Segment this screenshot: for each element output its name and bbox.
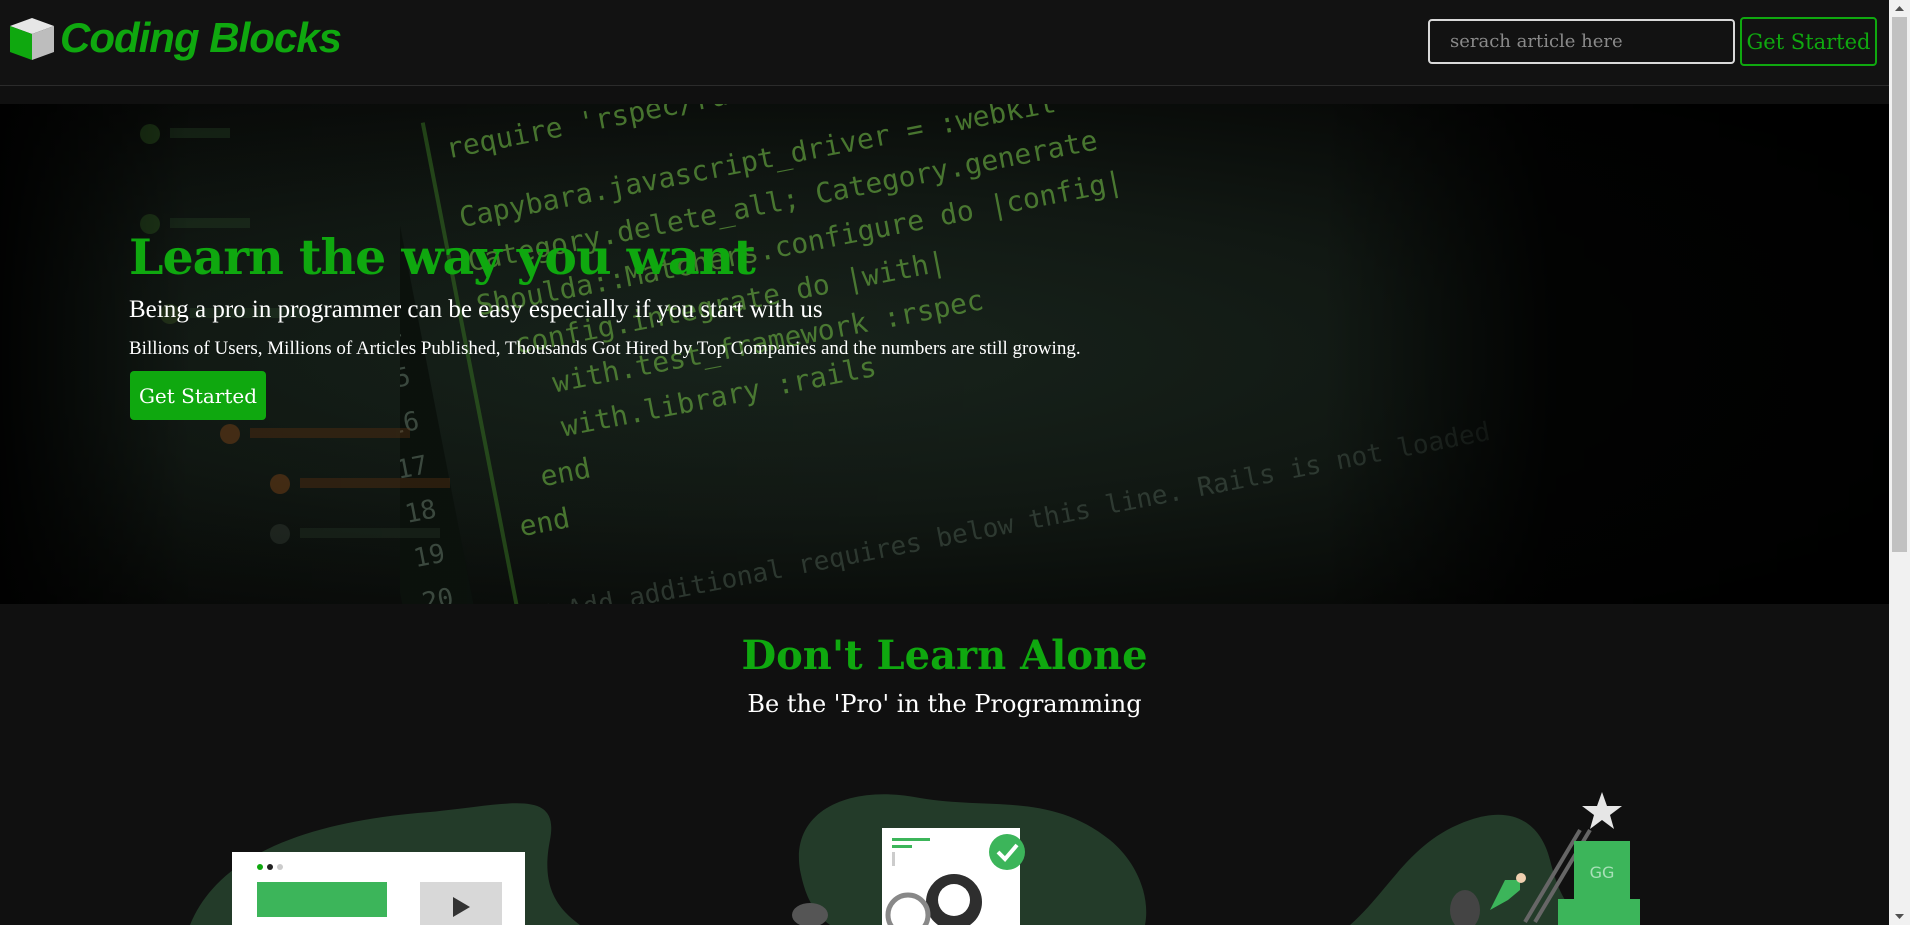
scroll-down-arrow-icon[interactable] [1889,908,1910,925]
star-icon [1582,792,1622,829]
logo-text: Coding Blocks [60,14,342,61]
site-header: Coding Blocks Get Started [0,0,1889,86]
section-subtitle: Be the 'Pro' in the Programming [747,690,1142,718]
section-title: Don't Learn Alone [741,632,1148,679]
scrollbar-thumb[interactable] [1892,17,1907,552]
svg-text:GG: GG [1590,863,1615,882]
hero-banner: 101112 131415 161718 192021 require 'rsp… [0,104,1889,604]
scroll-up-arrow-icon[interactable] [1889,0,1910,17]
hero-subtitle: Being a pro in programmer can be easy es… [129,296,823,323]
hero-stats-text: Billions of Users, Millions of Articles … [129,338,1081,359]
page-scrollbar[interactable] [1889,0,1910,925]
profile-card-illustration [792,794,1147,925]
hero-get-started-button[interactable]: Get Started [130,371,266,420]
hero-title: Learn the way you want [129,228,756,286]
search-input[interactable] [1428,19,1735,64]
achievement-illustration: GG [1350,792,1640,925]
logo[interactable]: Coding Blocks [8,14,342,62]
logo-cube-icon [10,18,54,60]
header-get-started-button[interactable]: Get Started [1740,17,1877,66]
check-icon [989,834,1025,870]
video-lesson-illustration [190,803,580,925]
